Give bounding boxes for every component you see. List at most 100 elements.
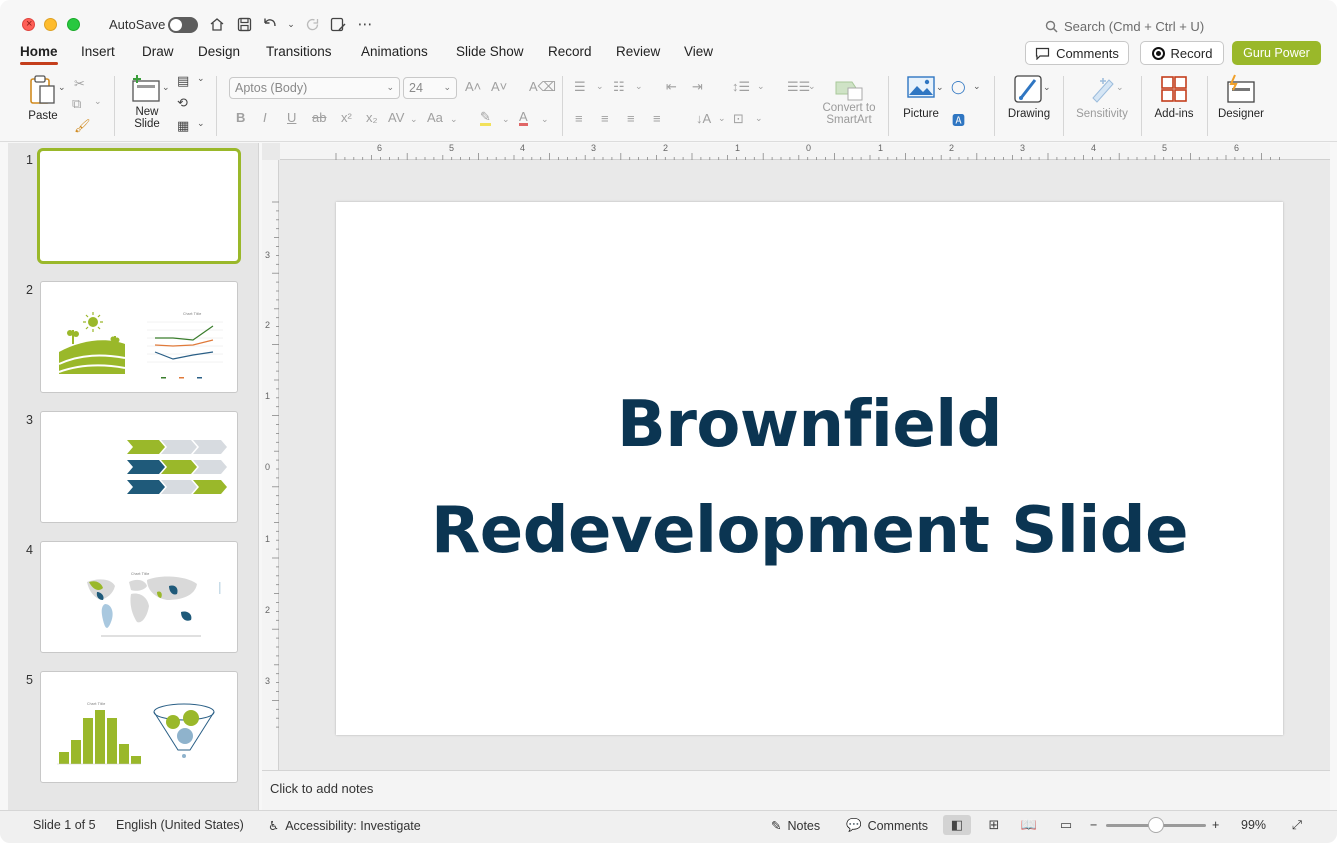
autosave-toggle[interactable]	[168, 17, 198, 33]
tab-insert[interactable]: Insert	[81, 44, 115, 59]
home-icon[interactable]	[207, 14, 227, 34]
ribbon-separator	[1207, 76, 1208, 136]
zoom-level[interactable]: 99%	[1241, 818, 1266, 832]
slide-thumbnail-pane: 1 2 Chart Title 3 4 Chart Title 5 Chart …	[8, 143, 259, 810]
slide-thumbnail-2[interactable]: Chart Title	[40, 281, 238, 393]
save-icon[interactable]	[234, 14, 254, 34]
zoom-out-button[interactable]: −	[1090, 818, 1097, 832]
comments-status-label: Comments	[867, 818, 929, 833]
increase-font-icon: A˄	[465, 79, 482, 94]
chevron-down-icon: ⌄	[386, 82, 394, 92]
add-ins-button[interactable]: Add-ins	[1150, 74, 1198, 120]
reading-view-button[interactable]: 📖	[1015, 815, 1043, 835]
undo-dropdown-icon[interactable]: ⌄	[281, 14, 301, 34]
notes-toggle[interactable]: ✎ Notes	[771, 818, 821, 834]
comments-button[interactable]: Comments	[1025, 41, 1129, 65]
drawing-button[interactable]: Drawing	[1004, 74, 1054, 120]
language-indicator[interactable]: English (United States)	[116, 818, 244, 832]
font-name-select[interactable]: Aptos (Body) ⌄	[229, 77, 400, 99]
guru-power-button[interactable]: Guru Power	[1232, 41, 1321, 65]
font-size-select[interactable]: 24 ⌄	[403, 77, 457, 99]
shapes-dropdown-icon[interactable]: ⌄	[973, 81, 981, 92]
customize-save-icon[interactable]	[328, 14, 348, 34]
section-dropdown-icon[interactable]: ⌄	[197, 118, 205, 129]
layout-icon[interactable]: ▤	[177, 73, 189, 89]
thumbnail-number: 2	[26, 283, 33, 297]
comment-icon	[1035, 47, 1050, 60]
accessibility-checker[interactable]: ♿ Accessibility: Investigate	[268, 818, 421, 834]
slide-thumbnail-5[interactable]: Chart Title	[40, 671, 238, 783]
chevron-down-icon: ⌄	[502, 114, 510, 124]
designer-label: Designer	[1217, 108, 1265, 120]
tab-transitions[interactable]: Transitions	[266, 44, 332, 59]
paste-button[interactable]: Paste	[23, 74, 63, 122]
reset-slide-icon[interactable]: ⟲	[177, 95, 188, 111]
new-slide-dropdown-icon[interactable]: ⌄	[162, 82, 170, 93]
close-window-button[interactable]: ×	[22, 18, 35, 31]
ruler-label: 2	[265, 605, 271, 615]
title-bar: × AutoSave ⌄ ⋯ Search (Cmd + Ctrl + U)	[0, 0, 1337, 42]
thumbnail-chart-title: Chart Title	[87, 702, 105, 706]
slide-title-textbox[interactable]: Brownfield Redevelopment Slide	[336, 372, 1283, 584]
search-box[interactable]: Search (Cmd + Ctrl + U)	[1045, 16, 1204, 36]
slide-thumbnail-4[interactable]: Chart Title	[40, 541, 238, 653]
align-right-icon: ≡	[627, 111, 635, 126]
drawing-label: Drawing	[1007, 108, 1051, 120]
picture-dropdown-icon[interactable]: ⌄	[936, 82, 944, 93]
ruler-label: 3	[265, 676, 271, 686]
section-icon[interactable]: ▦	[177, 118, 189, 134]
drawing-icon	[1014, 75, 1042, 103]
ribbon-tabs: Home Insert Draw Design Transitions Anim…	[0, 42, 1337, 68]
tab-home[interactable]: Home	[20, 44, 58, 65]
slide-sorter-button[interactable]: ⊞	[980, 815, 1008, 835]
minimize-window-button[interactable]	[44, 18, 57, 31]
copy-icon: ⧉	[72, 96, 82, 111]
slide-thumbnail-3[interactable]	[40, 411, 238, 523]
numbering-icon: ☷	[613, 79, 625, 94]
undo-icon[interactable]	[260, 14, 280, 34]
ruler-label: 3	[265, 250, 271, 260]
sensitivity-label: Sensitivity	[1076, 108, 1128, 120]
more-options-icon[interactable]: ⋯	[355, 14, 375, 34]
picture-button[interactable]: Picture	[898, 74, 944, 120]
sensitivity-button: Sensitivity	[1072, 74, 1132, 120]
tab-animations[interactable]: Animations	[361, 44, 428, 59]
zoom-slider-handle[interactable]	[1148, 817, 1164, 833]
zoom-in-button[interactable]: +	[1212, 818, 1219, 832]
text-direction-icon: ↓A	[696, 111, 712, 126]
paste-dropdown-icon[interactable]: ⌄	[58, 82, 66, 93]
tab-draw[interactable]: Draw	[142, 44, 174, 59]
comment-icon: 💬	[846, 818, 862, 832]
slide-thumbnail-1[interactable]	[37, 148, 241, 264]
drawing-dropdown-icon[interactable]: ⌄	[1043, 82, 1051, 93]
ruler-label: 2	[663, 143, 669, 153]
slide-show-button[interactable]: ▭	[1052, 815, 1080, 835]
maximize-window-button[interactable]	[67, 18, 80, 31]
picture-label: Picture	[903, 108, 939, 120]
notes-pane[interactable]: Click to add notes	[262, 770, 1330, 810]
fit-to-window-icon[interactable]: ⤢	[1292, 818, 1302, 833]
slide-canvas[interactable]: Brownfield Redevelopment Slide	[336, 202, 1283, 735]
chevron-down-icon: ⌄	[755, 113, 763, 123]
vertical-ruler: 3 2 1 0 1 2 3	[262, 160, 279, 770]
text-box-icon[interactable]: 🅰	[952, 110, 965, 129]
tab-review[interactable]: Review	[616, 44, 660, 59]
record-button[interactable]: Record	[1140, 41, 1224, 65]
shapes-icon[interactable]: ◯	[951, 79, 966, 95]
justify-icon: ≡	[653, 111, 661, 126]
tab-slide-show[interactable]: Slide Show	[456, 44, 524, 59]
layout-dropdown-icon[interactable]: ⌄	[197, 73, 205, 84]
ruler-label: 0	[806, 143, 812, 153]
smartart-icon	[835, 81, 863, 101]
ribbon-separator	[216, 76, 217, 136]
tab-view[interactable]: View	[684, 44, 713, 59]
tab-record[interactable]: Record	[548, 44, 592, 59]
strikethrough-icon: ab	[312, 110, 327, 125]
normal-view-button[interactable]: ◧	[943, 815, 971, 835]
comments-toggle[interactable]: 💬 Comments	[846, 818, 928, 833]
notes-label: Notes	[787, 818, 821, 833]
increase-indent-icon: ⇥	[692, 79, 703, 94]
designer-button[interactable]: Designer	[1216, 74, 1266, 120]
tab-design[interactable]: Design	[198, 44, 240, 59]
format-painter-icon[interactable]: 🖌	[74, 118, 91, 134]
